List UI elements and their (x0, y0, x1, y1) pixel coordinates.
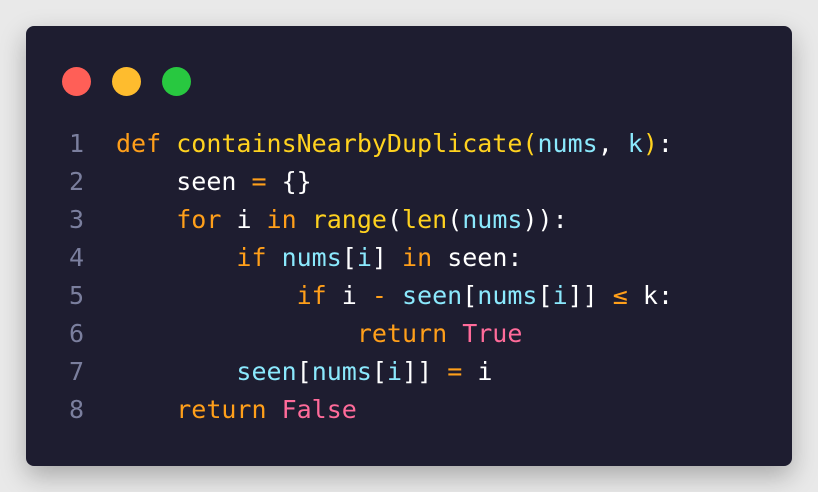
code-token: in (402, 243, 448, 272)
code-token: nums (477, 281, 538, 310)
code-line: 2 seen = {} (26, 163, 792, 201)
code-token: nums (311, 357, 372, 386)
code-token: ] (371, 243, 403, 272)
code-token: , (597, 129, 628, 158)
line-number: 1 (68, 129, 84, 158)
code-token: )): (522, 205, 568, 234)
code-token: ≤ (612, 281, 643, 310)
code-token: for (176, 205, 237, 234)
code-token: if (296, 281, 342, 310)
code-token: ]] (402, 357, 448, 386)
code-token: [ (462, 281, 478, 310)
line-number: 6 (68, 319, 84, 348)
code-token: return (356, 319, 463, 348)
code-token: False (281, 395, 357, 424)
line-number: 4 (68, 243, 84, 272)
code-token: - (371, 281, 402, 310)
code-token: ) (642, 129, 658, 158)
code-text: return False (116, 391, 357, 429)
line-number: 5 (68, 281, 84, 310)
code-text: seen[nums[i]] = i (116, 353, 492, 391)
code-token: nums (537, 129, 598, 158)
code-token: : (657, 129, 673, 158)
code-token: seen (402, 281, 463, 310)
code-text: if i - seen[nums[i]] ≤ k: (116, 277, 673, 315)
code-token: return (176, 395, 282, 424)
code-token: = (251, 167, 282, 196)
code-token: i (236, 205, 267, 234)
code-token: ( (522, 129, 538, 158)
code-token: k (627, 129, 643, 158)
code-token: def (116, 129, 177, 158)
code-token: i (477, 357, 493, 386)
code-token: i (341, 281, 372, 310)
close-button[interactable] (62, 67, 91, 96)
code-line: 3 for i in range(len(nums)): (26, 201, 792, 239)
code-token: in (266, 205, 312, 234)
minimize-button[interactable] (112, 67, 141, 96)
code-token: seen: (447, 243, 523, 272)
code-token: containsNearbyDuplicate (176, 129, 523, 158)
code-token: if (236, 243, 282, 272)
code-token: i (386, 357, 403, 386)
zoom-button[interactable] (162, 67, 191, 96)
code-text: if nums[i] in seen: (116, 239, 522, 277)
code-line: 8 return False (26, 391, 792, 429)
code-text: seen = {} (116, 163, 312, 201)
window-controls (62, 67, 191, 96)
code-line: 1 def containsNearbyDuplicate(nums, k): (26, 125, 792, 163)
line-number: 3 (68, 205, 84, 234)
line-number: 2 (68, 167, 84, 196)
code-text: def containsNearbyDuplicate(nums, k): (116, 125, 673, 163)
code-token: seen (176, 167, 252, 196)
code-token: [ (371, 357, 387, 386)
code-block: 1 def containsNearbyDuplicate(nums, k): 2 … (26, 125, 792, 429)
code-text: for i in range(len(nums)): (116, 201, 568, 239)
code-line: 4 if nums[i] in seen: (26, 239, 792, 277)
code-token: [ (537, 281, 553, 310)
code-line: 7 seen[nums[i]] = i (26, 353, 792, 391)
code-text: return True (116, 315, 523, 353)
code-line: 6 return True (26, 315, 792, 353)
line-number: 8 (68, 395, 84, 424)
code-token: range (311, 205, 387, 234)
code-line: 5 if i - seen[nums[i]] ≤ k: (26, 277, 792, 315)
code-token: {} (281, 167, 312, 196)
code-token: seen (236, 357, 297, 386)
code-token: = (447, 357, 478, 386)
code-token: k: (642, 281, 673, 310)
code-token: len (402, 205, 448, 234)
line-number: 7 (68, 357, 84, 386)
code-token: nums (281, 243, 342, 272)
code-window: 1 def containsNearbyDuplicate(nums, k): 2 … (26, 26, 792, 466)
code-token: [ (296, 357, 312, 386)
code-token: i (356, 243, 372, 272)
code-token: nums (462, 205, 523, 234)
code-token: True (462, 319, 523, 348)
code-token: i (552, 281, 568, 310)
code-token: ( (447, 205, 463, 234)
code-token: ]] (567, 281, 613, 310)
code-token: [ (341, 243, 357, 272)
code-token: ( (386, 205, 403, 234)
